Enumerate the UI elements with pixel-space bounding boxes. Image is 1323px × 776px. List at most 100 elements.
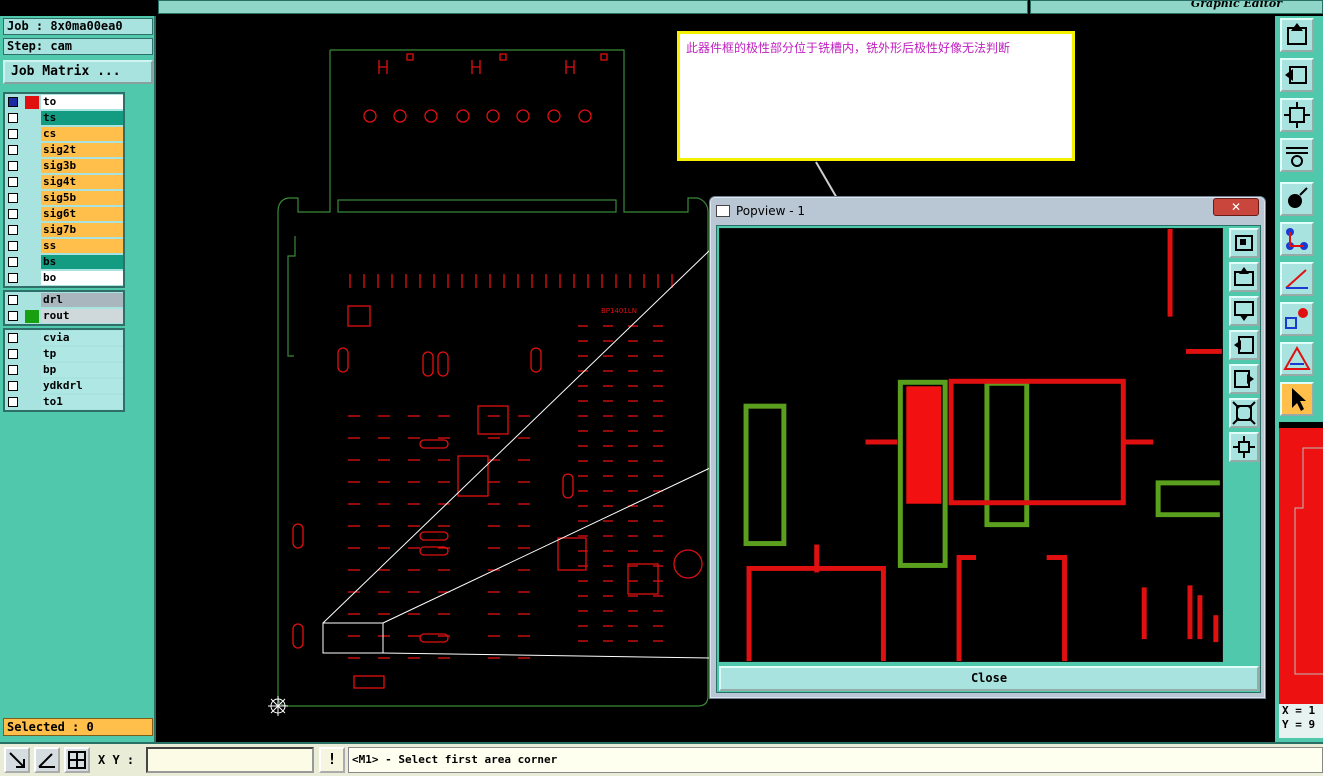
layer-name[interactable]: sig3b	[41, 159, 123, 173]
layer-checkbox[interactable]	[8, 295, 18, 305]
layer-checkbox[interactable]	[8, 225, 18, 235]
layer-checkbox[interactable]	[8, 397, 18, 407]
layer-row-ts[interactable]: ts	[5, 110, 123, 126]
layer-row-tp[interactable]: tp	[5, 346, 123, 362]
layer-name[interactable]: ss	[41, 239, 123, 253]
zoom-viewport[interactable]	[719, 228, 1223, 662]
pan-left-icon[interactable]	[1229, 330, 1259, 360]
pan-up-icon[interactable]	[1229, 262, 1259, 292]
layer-row-ss[interactable]: ss	[5, 238, 123, 254]
pad-shape	[406, 53, 414, 61]
layer-checkbox[interactable]	[8, 349, 18, 359]
job-matrix-button[interactable]: Job Matrix ...	[3, 60, 153, 84]
zoom-in-icon[interactable]	[1229, 398, 1259, 428]
zoom-window-icon[interactable]	[4, 747, 30, 773]
pan-down-icon[interactable]	[1229, 296, 1259, 326]
layer-row-sig7b[interactable]: sig7b	[5, 222, 123, 238]
zoom-up-icon[interactable]	[1280, 18, 1314, 52]
snap-icon[interactable]	[1280, 302, 1314, 336]
pad-shape	[673, 549, 703, 579]
layer-name[interactable]: to1	[41, 395, 123, 409]
warning-icon[interactable]: !	[319, 747, 345, 773]
layer-row-drl[interactable]: drl	[5, 292, 123, 308]
annotation-note[interactable]: 此器件框的极性部分位于铣槽内，铣外形后极性好像无法判断	[677, 31, 1075, 161]
layer-name[interactable]: cs	[41, 127, 123, 141]
mini-canvas[interactable]	[1279, 422, 1323, 704]
layer-row-sig3b[interactable]: sig3b	[5, 158, 123, 174]
layer-checkbox[interactable]	[8, 97, 18, 107]
pad-shape	[292, 623, 304, 649]
layer-checkbox[interactable]	[8, 193, 18, 203]
layer-row-cs[interactable]: cs	[5, 126, 123, 142]
layer-row-sig6t[interactable]: sig6t	[5, 206, 123, 222]
angle-icon[interactable]	[34, 747, 60, 773]
layer-checkbox[interactable]	[8, 311, 18, 321]
layer-row-cvia[interactable]: cvia	[5, 330, 123, 346]
polarity-pad	[906, 386, 942, 504]
tools-icon[interactable]	[1280, 138, 1314, 172]
popview-close-button[interactable]: Close	[719, 666, 1259, 691]
layer-row-bp[interactable]: bp	[5, 362, 123, 378]
layer-checkbox[interactable]	[8, 273, 18, 283]
layer-checkbox[interactable]	[8, 161, 18, 171]
feature-select-icon[interactable]	[1280, 182, 1314, 216]
pad-shape	[456, 109, 470, 123]
layer-row-bs[interactable]: bs	[5, 254, 123, 270]
layer-name[interactable]: rout	[41, 309, 123, 323]
layer-row-sig2t[interactable]: sig2t	[5, 142, 123, 158]
layer-name[interactable]: sig6t	[41, 207, 123, 221]
layer-name[interactable]: sig7b	[41, 223, 123, 237]
zoom-all-icon[interactable]	[1280, 98, 1314, 132]
layer-row-rout[interactable]: rout	[5, 308, 123, 324]
zoom-box	[322, 622, 384, 654]
layer-row-sig5b[interactable]: sig5b	[5, 190, 123, 206]
layer-checkbox[interactable]	[8, 129, 18, 139]
pad-shape	[378, 60, 388, 74]
layer-checkbox[interactable]	[8, 257, 18, 267]
layer-name[interactable]: bp	[41, 363, 123, 377]
layer-color-swatch	[25, 96, 39, 109]
layer-name[interactable]: sig4t	[41, 175, 123, 189]
layer-checkbox[interactable]	[8, 177, 18, 187]
layer-checkbox[interactable]	[8, 241, 18, 251]
close-icon[interactable]: ✕	[1213, 198, 1259, 216]
zoom-guide	[382, 652, 711, 659]
layer-color-swatch	[25, 310, 39, 323]
layer-list-main: to ts cs sig2t sig3b sig4t sig5b sig6t sig7b ss bs…	[3, 92, 125, 288]
zoom-left-icon[interactable]	[1280, 58, 1314, 92]
grid-icon[interactable]	[64, 747, 90, 773]
popview-titlebar[interactable]: Popview - 1 ✕	[710, 197, 1265, 225]
layer-name[interactable]: tp	[41, 347, 123, 361]
layer-name[interactable]: sig5b	[41, 191, 123, 205]
measure-icon[interactable]	[1280, 262, 1314, 296]
layer-name[interactable]: cvia	[41, 331, 123, 345]
layer-name[interactable]: to	[41, 95, 123, 109]
popview-window[interactable]: Popview - 1 ✕ Close	[709, 196, 1266, 699]
pad-shape	[486, 109, 500, 123]
zoom-out-icon[interactable]	[1229, 432, 1259, 462]
drc-icon[interactable]	[1280, 342, 1314, 376]
layer-checkbox[interactable]	[8, 365, 18, 375]
layer-name[interactable]: ts	[41, 111, 123, 125]
layer-name[interactable]: bs	[41, 255, 123, 269]
net-connect-icon[interactable]	[1280, 222, 1314, 256]
layer-checkbox[interactable]	[8, 113, 18, 123]
pointer-icon[interactable]	[1280, 382, 1314, 416]
layer-name[interactable]: bo	[41, 271, 123, 285]
pan-right-icon[interactable]	[1229, 364, 1259, 394]
layer-name[interactable]: ydkdrl	[41, 379, 123, 393]
xy-input[interactable]	[146, 747, 314, 773]
layer-checkbox[interactable]	[8, 145, 18, 155]
x-coordinate: X = 1	[1282, 704, 1316, 717]
zoom-fit-icon[interactable]	[1229, 228, 1259, 258]
layer-row-to[interactable]: to	[5, 94, 123, 110]
layer-name[interactable]: drl	[41, 293, 123, 307]
layer-checkbox[interactable]	[8, 381, 18, 391]
layer-row-bo[interactable]: bo	[5, 270, 123, 286]
layer-row-ydkdrl[interactable]: ydkdrl	[5, 378, 123, 394]
layer-row-to1[interactable]: to1	[5, 394, 123, 410]
layer-checkbox[interactable]	[8, 209, 18, 219]
layer-name[interactable]: sig2t	[41, 143, 123, 157]
layer-checkbox[interactable]	[8, 333, 18, 343]
layer-row-sig4t[interactable]: sig4t	[5, 174, 123, 190]
